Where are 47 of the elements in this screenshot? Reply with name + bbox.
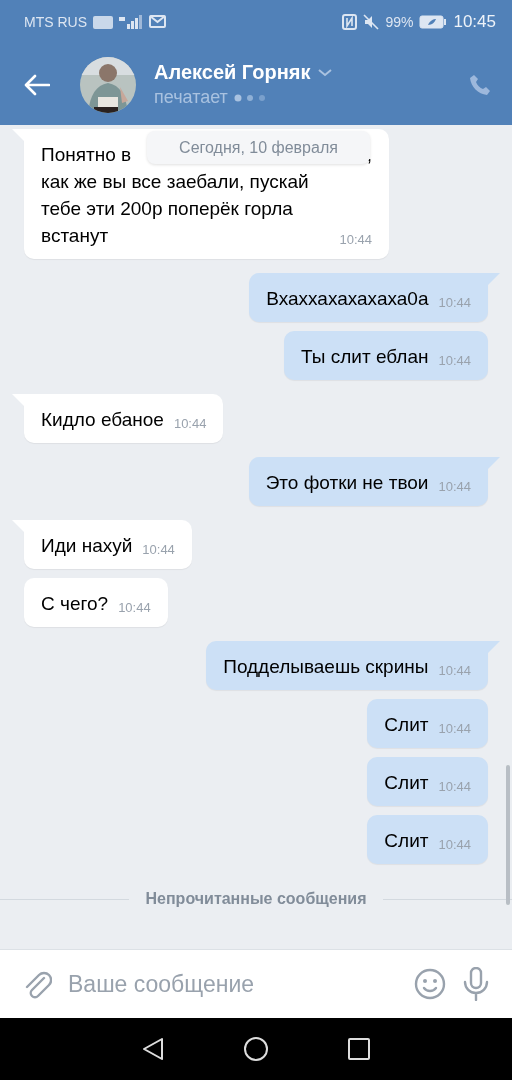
carrier-name: MTS RUS [24, 14, 87, 30]
message-composer[interactable]: Ваше сообщение [0, 949, 512, 1018]
battery-icon [419, 15, 448, 29]
message-time: 10:44 [173, 416, 207, 431]
message-time: 10:44 [118, 600, 151, 615]
scrollbar[interactable] [506, 765, 510, 905]
clock-time: 10:45 [453, 12, 496, 32]
battery-percent: 99% [385, 14, 414, 30]
back-triangle-icon[interactable] [142, 1037, 164, 1061]
message-text: Это фотки не твои [265, 471, 429, 495]
chevron-down-icon[interactable] [318, 68, 333, 77]
smiley-icon[interactable] [414, 968, 446, 1000]
signal-icon [119, 15, 143, 29]
message-text: Подделываешь скрины [223, 655, 429, 679]
unread-divider-label: Непрочитанные сообщения [145, 890, 367, 908]
typing-status: печатает [154, 87, 228, 108]
microphone-icon[interactable] [462, 967, 490, 1001]
message-time: 10:44 [142, 542, 175, 557]
message-text: тебе эти 200р поперёк горла [41, 197, 294, 221]
message-text: Кидло ебаное [41, 408, 164, 432]
nfc-icon [342, 14, 358, 30]
message-time: 10:44 [438, 837, 471, 852]
phone-icon[interactable] [468, 72, 492, 97]
contact-name[interactable]: Алексей Горняк [154, 61, 311, 84]
message-time: 10:44 [438, 479, 471, 494]
mail-icon [149, 15, 167, 29]
home-circle-icon[interactable] [244, 1037, 268, 1061]
message-text: Иди нахуй [41, 534, 133, 558]
message-time: 10:44 [438, 779, 471, 794]
back-arrow-icon[interactable] [24, 73, 50, 96]
recent-apps-square-icon[interactable] [348, 1038, 370, 1060]
message-text: Понятно в [41, 143, 132, 167]
message-text: , [366, 143, 372, 167]
message-text: Слит [384, 771, 429, 795]
message-time: 10:44 [339, 232, 372, 247]
message-time: 10:44 [438, 353, 471, 368]
message-text: Вхаххахахахаха0а [266, 287, 429, 311]
message-time: 10:44 [438, 663, 471, 678]
message-text: встанут [41, 224, 109, 248]
message-text: Ты слит еблан [301, 345, 429, 369]
message-time: 10:44 [438, 295, 471, 310]
message-text: С чего? [41, 592, 109, 616]
message-time: 10:44 [438, 721, 471, 736]
mute-icon [363, 14, 380, 30]
message-text: Слит [384, 713, 429, 737]
message-text: как же вы все заебали, пускай [41, 170, 310, 194]
message-text: Слит [384, 829, 429, 853]
